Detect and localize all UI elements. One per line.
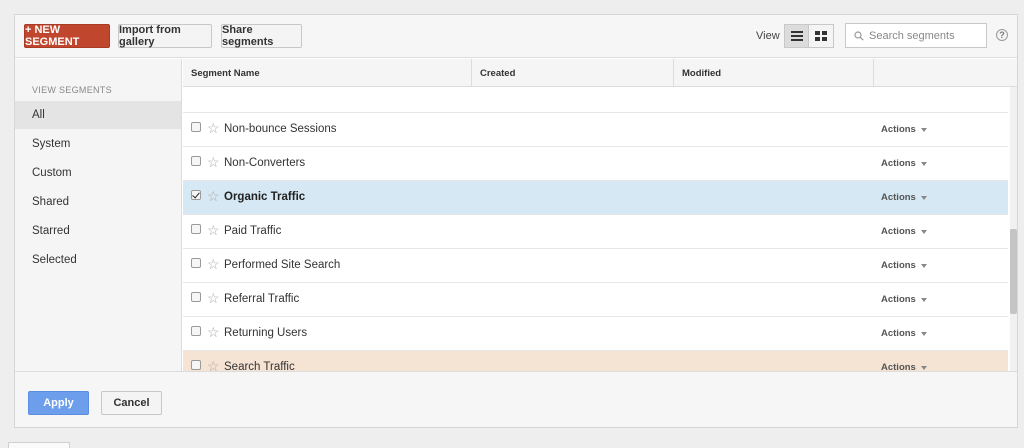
star-icon[interactable]: ☆ [207,121,220,135]
star-icon[interactable]: ☆ [207,155,220,169]
caret-down-icon [920,263,927,268]
background-tab [8,442,70,448]
actions-label: Actions [881,158,916,169]
search-icon [854,30,864,41]
caret-down-icon [920,127,927,132]
segment-name[interactable]: Non-Converters [224,157,305,169]
segment-name[interactable]: Search Traffic [224,361,295,371]
row-checkbox[interactable] [191,224,201,234]
row-checkbox[interactable] [191,258,201,268]
actions-dropdown[interactable]: Actions [881,158,927,169]
star-icon[interactable]: ☆ [207,189,220,203]
search-segments-input[interactable] [869,29,979,42]
dialog-footer: Apply Cancel [15,371,1017,427]
segment-toolbar: + NEW SEGMENT Import from gallery Share … [15,15,1017,58]
actions-dropdown[interactable]: Actions [881,226,927,237]
sidebar-item-system[interactable]: System [15,130,181,158]
help-icon[interactable]: ? [996,29,1008,41]
actions-dropdown[interactable]: Actions [881,260,927,271]
sidebar-item-selected[interactable]: Selected [15,246,181,274]
caret-down-icon [920,297,927,302]
table-row[interactable]: ☆ Search Traffic Actions [183,351,1008,371]
segment-name[interactable]: Paid Traffic [224,225,281,237]
share-segments-button[interactable]: Share segments [221,24,302,48]
caret-down-icon [920,365,927,370]
table-row[interactable]: ☆ Non-bounce Sessions Actions [183,113,1008,147]
actions-dropdown[interactable]: Actions [881,124,927,135]
caret-down-icon [920,195,927,200]
star-icon[interactable]: ☆ [207,257,220,271]
actions-label: Actions [881,226,916,237]
sidebar-item-all[interactable]: All [15,101,181,129]
actions-label: Actions [881,124,916,135]
column-header-extra [874,59,1017,87]
row-checkbox-checked[interactable] [191,190,201,200]
segment-name[interactable]: Returning Users [224,327,307,339]
table-row[interactable]: ☆ Non-Converters Actions [183,147,1008,181]
sidebar-item-custom[interactable]: Custom [15,159,181,187]
table-row[interactable]: ☆ Performed Site Search Actions [183,249,1008,283]
segments-table: Segment Name Created Modified ☆ Non-boun… [183,59,1017,371]
actions-dropdown[interactable]: Actions [881,294,927,305]
grid-view-button[interactable] [809,24,834,48]
segment-name[interactable]: Non-bounce Sessions [224,123,337,135]
actions-label: Actions [881,294,916,305]
table-row[interactable]: ☆ Referral Traffic Actions [183,283,1008,317]
actions-dropdown[interactable]: Actions [881,192,927,203]
star-icon[interactable]: ☆ [207,325,220,339]
segment-name[interactable]: Organic Traffic [224,191,305,203]
row-checkbox[interactable] [191,156,201,166]
row-checkbox[interactable] [191,360,201,370]
scrollbar-thumb[interactable] [1010,229,1017,314]
cancel-button[interactable]: Cancel [101,391,162,415]
sidebar-title: VIEW SEGMENTS [32,85,112,95]
grid-view-icon [815,31,827,41]
list-view-icon [790,31,803,41]
view-label: View [756,30,780,42]
sidebar-item-shared[interactable]: Shared [15,188,181,216]
table-header: Segment Name Created Modified [183,59,1017,87]
segment-name[interactable]: Performed Site Search [224,259,340,271]
row-checkbox[interactable] [191,292,201,302]
view-segments-sidebar: VIEW SEGMENTS All System Custom Shared S… [15,59,182,371]
segment-picker-panel: + NEW SEGMENT Import from gallery Share … [14,14,1018,428]
caret-down-icon [920,331,927,336]
table-row [183,87,1008,113]
list-view-button[interactable] [784,24,809,48]
apply-button[interactable]: Apply [28,391,89,415]
table-row[interactable]: ☆ Paid Traffic Actions [183,215,1008,249]
column-header-created[interactable]: Created [472,59,674,87]
actions-label: Actions [881,362,916,371]
actions-dropdown[interactable]: Actions [881,328,927,339]
table-row[interactable]: ☆ Organic Traffic Actions [183,181,1008,215]
actions-dropdown[interactable]: Actions [881,362,927,371]
actions-label: Actions [881,328,916,339]
actions-label: Actions [881,260,916,271]
column-header-modified[interactable]: Modified [674,59,874,87]
star-icon[interactable]: ☆ [207,291,220,305]
search-box[interactable] [845,23,987,48]
sidebar-item-starred[interactable]: Starred [15,217,181,245]
new-segment-button[interactable]: + NEW SEGMENT [24,24,110,48]
actions-label: Actions [881,192,916,203]
star-icon[interactable]: ☆ [207,223,220,237]
segment-name[interactable]: Referral Traffic [224,293,299,305]
table-row[interactable]: ☆ Returning Users Actions [183,317,1008,351]
import-from-gallery-button[interactable]: Import from gallery [118,24,212,48]
caret-down-icon [920,161,927,166]
row-checkbox[interactable] [191,122,201,132]
row-checkbox[interactable] [191,326,201,336]
star-icon[interactable]: ☆ [207,359,220,371]
caret-down-icon [920,229,927,234]
column-header-segment-name[interactable]: Segment Name [183,59,472,87]
